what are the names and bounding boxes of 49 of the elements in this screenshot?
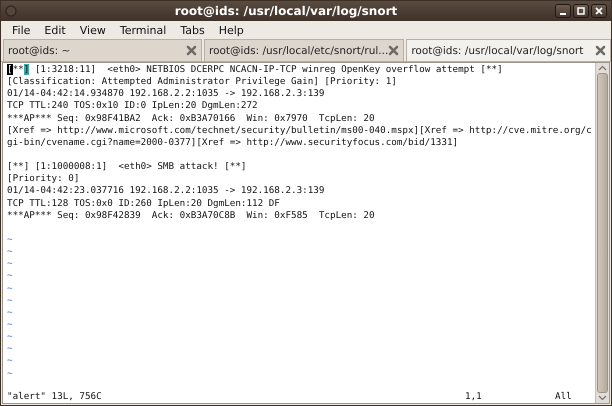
empty-line-marker: ~ <box>7 355 13 366</box>
empty-line-marker: ~ <box>7 270 13 282</box>
terminal-line: gi-bin/cvename.cgi?name=2000-0377][Xref => http://www.securityfocus.com/bid/1331] <box>7 136 460 149</box>
terminal-line: TCP TTL:128 TOS:0x0 ID:260 IpLen:20 DgmLen:112 DF <box>7 198 281 210</box>
menu-item[interactable]: Tabs <box>173 24 212 36</box>
scroll-thumb[interactable] <box>597 73 608 393</box>
scroll-down-icon[interactable] <box>598 395 607 401</box>
close-icon <box>595 7 603 15</box>
maximize-button[interactable] <box>573 4 589 18</box>
scrollbar[interactable] <box>595 63 609 403</box>
terminal-line: 01/14-04:42:23.037716 192.168.2.2:1035 -> 192.168.2.3:139 <box>7 185 326 198</box>
terminal-line: TCP TTL:240 TOS:0x10 ID:0 IpLen:20 DgmLen:272 <box>7 100 259 113</box>
tab[interactable]: root@ids: /usr/local/var/log/snort <box>406 39 612 61</box>
terminal-line: [**] [1:3218:11] <eth0> NETBIOS DCERPC NCACN-IP-TCP winreg OpenKey overflow attempt [**] <box>7 64 504 76</box>
empty-line-marker: ~ <box>7 234 13 245</box>
menu-item[interactable]: Edit <box>37 24 73 36</box>
close-icon[interactable] <box>388 45 400 56</box>
window-title: root@ids: /usr/local/var/log/snort <box>174 4 398 18</box>
tab[interactable]: root@ids: ~ <box>3 39 202 61</box>
scroll-up-icon[interactable] <box>598 65 607 71</box>
empty-line-marker: ~ <box>7 258 13 270</box>
menu-item[interactable]: Help <box>212 24 251 36</box>
close-icon[interactable] <box>595 45 606 56</box>
empty-line-marker: ~ <box>7 368 13 379</box>
menu-item[interactable]: File <box>5 24 38 36</box>
menu-item[interactable]: View <box>72 24 113 36</box>
empty-line-marker: ~ <box>7 343 13 354</box>
menu-item[interactable]: Terminal <box>112 24 174 36</box>
cursor-position: 1,1 <box>465 390 483 403</box>
empty-line-marker: ~ <box>7 294 13 306</box>
close-button[interactable] <box>591 4 607 18</box>
terminal-line: ***AP*** Seq: 0x98F41BA2 Ack: 0xB3A70166 Win: 0x7970 TcpLen: 20 <box>7 112 376 125</box>
empty-line-marker: ~ <box>7 282 13 294</box>
empty-line-marker: ~ <box>7 318 13 330</box>
terminal-line: [Xref => http://www.microsoft.com/technet/security/bulletin/ms00-040.mspx][Xref => http://cve.mitre.org/c <box>7 124 593 137</box>
minimize-button[interactable] <box>555 4 571 18</box>
terminal-line: 01/14-04:42:14.934870 192.168.2.2:1035 -> 192.168.2.3:139 <box>7 88 326 100</box>
scroll-position: All <box>555 390 573 403</box>
empty-line-marker: ~ <box>7 306 13 318</box>
terminal-line: [Priority: 0] <box>7 173 80 186</box>
close-icon[interactable] <box>186 45 197 56</box>
terminal-line: [Classification: Attempted Administrator Privilege Gain] [Priority: 1] <box>7 76 398 88</box>
terminal-line: [**] [1:1000008:1] <eth0> SMB attack! [**] <box>7 161 248 174</box>
tab[interactable]: root@ids: /usr/local/etc/snort/rul... <box>204 39 404 61</box>
maximize-icon <box>577 7 585 15</box>
terminal-line: ***AP*** Seq: 0x98F42839 Ack: 0xB3A70C8B Win: 0xF585 TcpLen: 20 <box>7 210 376 222</box>
empty-line-marker: ~ <box>7 331 13 342</box>
empty-line-marker: ~ <box>7 246 13 258</box>
file-info: "alert" 13L, 756C <box>7 390 102 403</box>
